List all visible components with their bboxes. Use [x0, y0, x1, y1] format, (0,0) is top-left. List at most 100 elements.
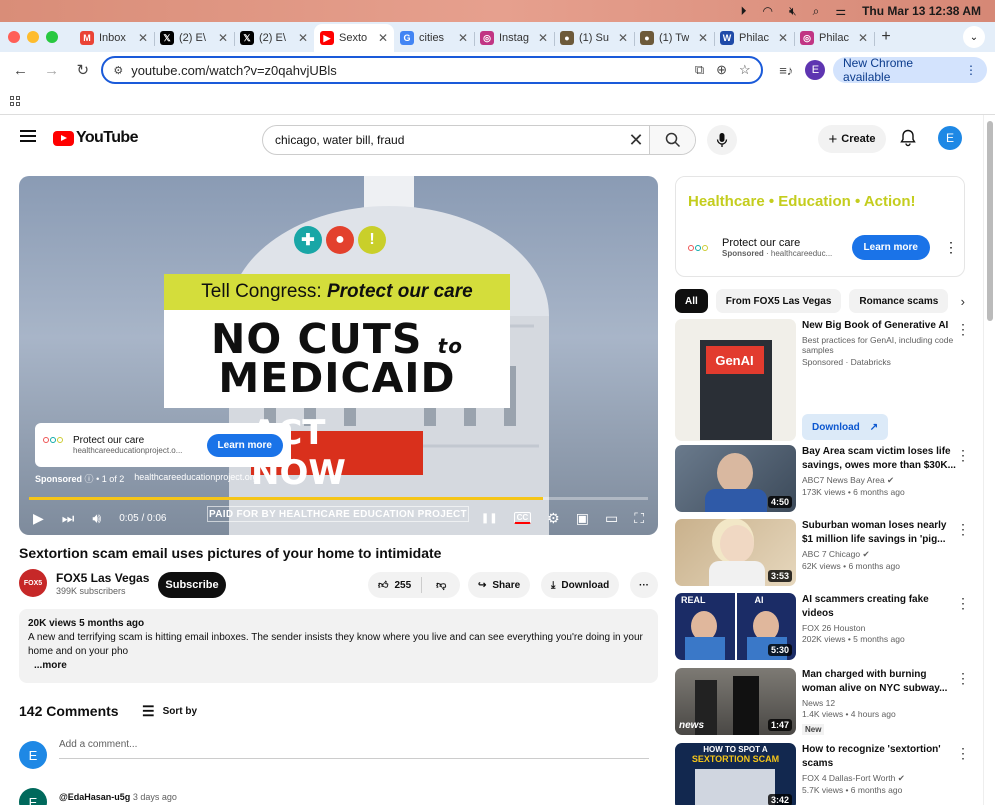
play-status-icon[interactable]: ⏵ — [741, 4, 747, 19]
close-tab-icon[interactable]: ✕ — [458, 31, 468, 45]
recommendation-item[interactable]: HOW TO SPOT A SEXTORTION SCAM 3:42 How to r… — [675, 743, 975, 805]
install-app-icon[interactable]: ⧉ — [695, 62, 704, 78]
sidebar-learn-more-button[interactable]: Learn more — [851, 235, 930, 260]
play-icon[interactable]: ▶ — [33, 510, 44, 527]
tab-instagram[interactable]: ◎ Instag ✕ — [474, 24, 555, 52]
dislike-button[interactable]: 👎︎ — [428, 579, 454, 591]
page-scrollbar[interactable] — [983, 115, 995, 805]
commenter-name[interactable]: @EdaHasan-u5g 3 days ago — [59, 792, 177, 802]
tab-x[interactable]: 𝕏 (2) E\ ✕ — [234, 24, 315, 52]
media-controls-icon[interactable]: ≡♪ — [775, 58, 798, 82]
tab-x[interactable]: 𝕏 (2) E\ ✕ — [154, 24, 235, 52]
scrollbar-thumb[interactable] — [987, 121, 993, 321]
channel-avatar[interactable]: FOX5 — [19, 569, 47, 597]
tab-wikipedia[interactable]: W Philac ✕ — [714, 24, 795, 52]
show-more-link[interactable]: ...more — [28, 659, 649, 673]
apps-icon[interactable] — [10, 96, 20, 106]
recommendation-item[interactable]: news 1:47 Man charged with burning woman a… — [675, 668, 975, 735]
close-window-button[interactable] — [8, 31, 20, 43]
chip-romance-scams[interactable]: Romance scams — [849, 289, 949, 313]
pause-icon[interactable]: ❚❚ — [481, 513, 498, 524]
like-button[interactable]: 👍︎ 255 — [368, 577, 423, 593]
miniplayer-icon[interactable]: ▣ — [576, 510, 589, 527]
close-tab-icon[interactable]: ✕ — [378, 31, 388, 45]
video-thumbnail[interactable]: HOW TO SPOT A SEXTORTION SCAM 3:42 — [675, 743, 796, 805]
recommendation-channel[interactable]: Sponsored · Databricks — [802, 357, 957, 367]
description-box[interactable]: 20K views 5 months ago A new and terrify… — [19, 609, 658, 683]
minimize-window-button[interactable] — [27, 31, 39, 43]
recommendation-title[interactable]: How to recognize 'sextortion' scams — [802, 743, 957, 771]
tab-google[interactable]: Gcities ✕ — [394, 24, 475, 52]
notifications-button[interactable] — [898, 128, 918, 148]
zoom-icon[interactable]: ⊕ — [716, 62, 727, 78]
close-tab-icon[interactable]: ✕ — [298, 31, 308, 45]
address-bar[interactable]: ⚙ youtube.com/watch?v=z0qahvjUBls ⧉ ⊕ ☆ — [101, 56, 763, 84]
spotlight-icon[interactable]: ⌕ — [813, 4, 820, 19]
forward-button[interactable]: → — [39, 57, 64, 83]
url-text[interactable]: youtube.com/watch?v=z0qahvjUBls — [131, 63, 337, 78]
tab-youtube[interactable]: ▶ Sexto ✕ — [314, 24, 394, 52]
close-tab-icon[interactable]: ✕ — [138, 31, 148, 45]
next-icon[interactable]: ⏭ — [62, 510, 75, 527]
clock[interactable]: Thu Mar 13 12:38 AM — [862, 4, 981, 18]
search-button[interactable] — [649, 126, 695, 154]
update-chrome-button[interactable]: New Chrome available ⋮ — [833, 56, 987, 84]
chip-all[interactable]: All — [675, 289, 708, 313]
video-player[interactable]: ✚ ● ! Tell Congress: Protect our care NO… — [19, 176, 658, 535]
tab-instagram[interactable]: ◎ Philac ✕ — [794, 24, 875, 52]
share-button[interactable]: ↪ Share — [468, 572, 531, 598]
sidebar-ad[interactable]: Healthcare • Education • Action! Protect… — [675, 176, 965, 277]
recommendation-title[interactable]: AI scammers creating fake videos — [802, 593, 957, 621]
kebab-menu-icon[interactable]: ⋮ — [956, 521, 970, 538]
video-thumbnail[interactable]: GenAI — [675, 319, 796, 441]
tab-generic[interactable]: ● (1) Tw ✕ — [634, 24, 715, 52]
recommendation-title[interactable]: New Big Book of Generative AI — [802, 319, 957, 333]
progress-bar[interactable] — [29, 497, 648, 500]
kebab-menu-icon[interactable]: ⋮ — [956, 745, 970, 762]
chip-from-fox5-las-vegas[interactable]: From FOX5 Las Vegas — [715, 289, 842, 313]
add-comment-input[interactable]: Add a comment... — [59, 739, 649, 759]
close-tab-icon[interactable]: ✕ — [858, 31, 868, 45]
voice-search-button[interactable] — [707, 125, 737, 155]
create-button[interactable]: + Create — [818, 125, 886, 153]
recommendation-channel[interactable]: FOX 26 Houston — [802, 623, 957, 633]
account-avatar[interactable]: E — [938, 126, 962, 150]
close-tab-icon[interactable]: ✕ — [698, 31, 708, 45]
menu-icon[interactable] — [20, 130, 36, 142]
commenter-avatar[interactable]: E — [19, 788, 47, 805]
video-thumbnail[interactable]: 3:53 — [675, 519, 796, 586]
control-center-icon[interactable]: ⚌ — [835, 4, 846, 18]
close-tab-icon[interactable]: ✕ — [538, 31, 548, 45]
recommendation-channel[interactable]: FOX 4 Dallas-Fort Worth ✔ — [802, 773, 957, 784]
theater-mode-icon[interactable]: ▭ — [605, 510, 618, 527]
search-input[interactable]: chicago, water bill, fraud — [263, 133, 623, 147]
clear-search-icon[interactable]: ✕ — [623, 130, 649, 151]
tab-search-button[interactable]: ⌄ — [963, 26, 985, 48]
back-button[interactable]: ← — [8, 57, 33, 83]
recommendation-item[interactable]: 4:50 Bay Area scam victim loses life savi… — [675, 445, 975, 512]
reload-button[interactable]: ↻ — [70, 57, 95, 83]
fullscreen-icon[interactable]: ⛶ — [634, 510, 644, 527]
bookmark-star-icon[interactable]: ☆ — [739, 62, 751, 78]
recommendation-title[interactable]: Bay Area scam victim loses life savings,… — [802, 445, 957, 473]
video-thumbnail[interactable]: 4:50 — [675, 445, 796, 512]
recommendation-channel[interactable]: ABC7 News Bay Area ✔ — [802, 475, 957, 486]
tab-generic[interactable]: ● (1) Su ✕ — [554, 24, 635, 52]
new-tab-button[interactable]: + — [874, 28, 898, 46]
youtube-logo[interactable]: YouTube — [53, 129, 138, 147]
recommendation-title[interactable]: Suburban woman loses nearly $1 million l… — [802, 519, 957, 547]
download-button[interactable]: ⤓ Download — [541, 572, 620, 598]
site-info-icon[interactable]: ⚙ — [113, 64, 123, 77]
recommendation-channel[interactable]: ABC 7 Chicago ✔ — [802, 549, 957, 560]
captions-button[interactable]: CC — [513, 512, 532, 524]
settings-gear-icon[interactable]: ⚙ — [547, 510, 560, 527]
wifi-icon[interactable]: ◠ — [763, 4, 773, 18]
close-tab-icon[interactable]: ✕ — [218, 31, 228, 45]
recommendation-title[interactable]: Man charged with burning woman alive on … — [802, 668, 957, 696]
player-ad-card[interactable]: Protect our care healthcareeducationproj… — [35, 423, 291, 467]
video-thumbnail[interactable]: REAL AI 5:30 — [675, 593, 796, 660]
channel-name[interactable]: FOX5 Las Vegas — [56, 571, 149, 585]
kebab-menu-icon[interactable]: ⋮ — [956, 670, 970, 687]
sort-by-button[interactable]: ☰ Sort by — [142, 703, 197, 720]
close-tab-icon[interactable]: ✕ — [778, 31, 788, 45]
